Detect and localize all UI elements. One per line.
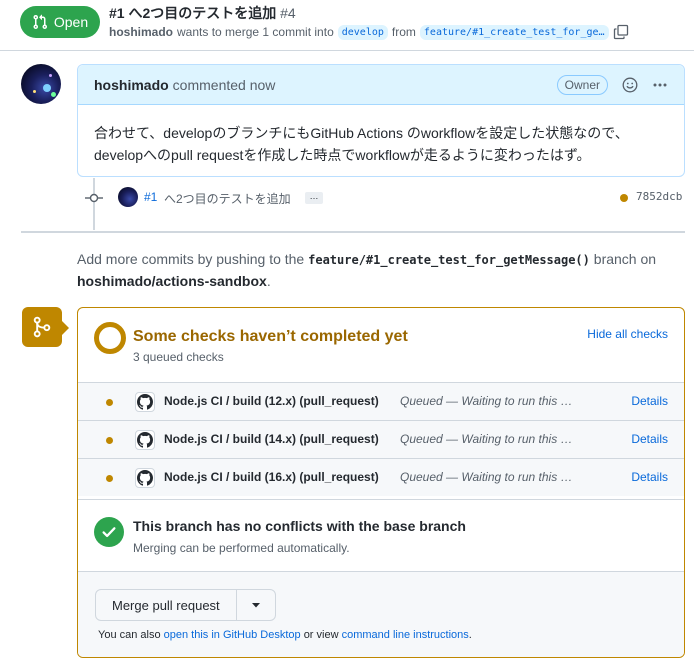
check-row: Node.js CI / build (12.x) (pull_request)… xyxy=(78,382,684,420)
github-actions-icon xyxy=(135,430,155,450)
check-circle-icon xyxy=(94,517,124,547)
merge-hint: You can also open this in GitHub Desktop… xyxy=(98,629,472,641)
pr-author-link[interactable]: hoshimado xyxy=(109,25,173,39)
pr-title-text: #1 へ2つ目のテストを追加 xyxy=(109,5,277,21)
queued-dot-icon xyxy=(106,475,113,482)
check-details-link[interactable]: Details xyxy=(631,470,668,484)
comment-box: hoshimado commented now Owner 合わせて、devel… xyxy=(77,64,685,177)
comment-author-link[interactable]: hoshimado xyxy=(94,77,169,93)
git-merge-icon xyxy=(33,316,51,338)
timeline-divider xyxy=(21,231,685,233)
check-status: Queued — Waiting to run this check... xyxy=(400,470,576,484)
header-divider xyxy=(0,50,694,51)
comment-header: hoshimado commented now Owner xyxy=(78,65,684,105)
avatar[interactable] xyxy=(21,64,61,104)
pr-title: #1 へ2つ目のテストを追加 #4 xyxy=(109,3,296,23)
pr-number: #4 xyxy=(280,5,296,21)
commit-expand-button[interactable]: … xyxy=(305,192,323,204)
merge-hint-prefix: You can also xyxy=(98,629,161,641)
commit-avatar[interactable] xyxy=(118,187,138,207)
merge-box-pointer xyxy=(62,321,69,335)
add-commits-prefix: Add more commits by pushing to the xyxy=(77,251,305,267)
merge-pull-request-button[interactable]: Merge pull request xyxy=(96,590,237,620)
check-name: Node.js CI / build (12.x) (pull_request) xyxy=(164,394,379,408)
queued-dot-icon xyxy=(106,437,113,444)
triangle-down-icon xyxy=(251,603,260,608)
owner-badge: Owner xyxy=(556,75,608,95)
commit-message-link[interactable]: へ2つ目のテストを追加 xyxy=(164,190,291,207)
commit-issue-link[interactable]: #1 xyxy=(144,190,157,204)
check-row: Node.js CI / build (16.x) (pull_request)… xyxy=(78,458,684,496)
github-actions-icon xyxy=(135,392,155,412)
head-branch-tag[interactable]: feature/#1_create_test_for_ge… xyxy=(419,24,609,40)
hide-all-checks-button[interactable]: Hide all checks xyxy=(587,327,668,341)
add-commits-suffix: . xyxy=(266,273,271,289)
head-branch-name: feature/#1_create_test_for_getMessage() xyxy=(308,253,590,267)
check-status: Queued — Waiting to run this check... xyxy=(400,394,576,408)
merge-status-icon xyxy=(22,307,62,347)
git-commit-icon xyxy=(85,193,103,203)
checks-subtitle: 3 queued checks xyxy=(133,350,224,364)
pr-from-text: from xyxy=(391,25,416,39)
open-in-desktop-link[interactable]: open this in GitHub Desktop xyxy=(164,629,301,641)
checks-header: Some checks haven’t completed yet 3 queu… xyxy=(78,308,684,382)
merge-method-dropdown[interactable] xyxy=(237,590,275,620)
check-name: Node.js CI / build (16.x) (pull_request) xyxy=(164,470,379,484)
check-status: Queued — Waiting to run this check... xyxy=(400,432,576,446)
command-line-instructions-link[interactable]: command line instructions xyxy=(342,629,469,641)
comment-body-line: developへのpull requestを作成した時点でworkflowが走る… xyxy=(94,147,591,163)
check-name: Node.js CI / build (14.x) (pull_request) xyxy=(164,432,379,446)
kebab-horizontal-icon[interactable] xyxy=(652,77,668,93)
pr-meta: hoshimado wants to merge 1 commit into d… xyxy=(109,24,629,40)
merge-actions: Merge pull request You can also open thi… xyxy=(78,571,684,657)
smiley-icon[interactable] xyxy=(622,77,638,93)
comment-timestamp[interactable]: commented now xyxy=(173,77,276,93)
commit-sha-link[interactable]: 7852dcb xyxy=(636,190,682,203)
conflicts-subtitle: Merging can be performed automatically. xyxy=(133,541,350,555)
pending-status-icon xyxy=(94,322,126,354)
copy-icon[interactable] xyxy=(613,24,629,40)
queued-dot-icon xyxy=(106,399,113,406)
merge-hint-middle: or view xyxy=(303,629,339,641)
state-label: Open xyxy=(53,14,89,30)
check-row: Node.js CI / build (14.x) (pull_request)… xyxy=(78,420,684,458)
checks-title: Some checks haven’t completed yet xyxy=(133,328,408,345)
commit-status-dot[interactable] xyxy=(620,194,628,202)
comment-body: 合わせて、developのブランチにもGitHub Actions のworkf… xyxy=(78,105,684,183)
state-badge-open: Open xyxy=(20,6,100,38)
repo-name: hoshimado/actions-sandbox xyxy=(77,273,267,289)
github-actions-icon xyxy=(135,468,155,488)
comment-body-line: 合わせて、developのブランチにもGitHub Actions のworkf… xyxy=(94,125,629,141)
add-commits-middle: branch on xyxy=(593,251,657,267)
git-pull-request-icon xyxy=(33,14,47,30)
pr-header: Open #1 へ2つ目のテストを追加 #4 hoshimado wants t… xyxy=(0,0,694,44)
conflicts-section: This branch has no conflicts with the ba… xyxy=(78,499,684,573)
conflicts-title: This branch has no conflicts with the ba… xyxy=(133,518,466,534)
merge-hint-suffix: . xyxy=(468,629,472,641)
merge-button-group: Merge pull request xyxy=(95,589,276,621)
check-details-link[interactable]: Details xyxy=(631,432,668,446)
base-branch-tag[interactable]: develop xyxy=(337,24,388,40)
add-commits-note: Add more commits by pushing to the featu… xyxy=(77,249,677,292)
check-details-link[interactable]: Details xyxy=(631,394,668,408)
pr-meta-text: wants to merge 1 commit into xyxy=(177,25,334,39)
merge-box: Some checks haven’t completed yet 3 queu… xyxy=(77,307,685,658)
